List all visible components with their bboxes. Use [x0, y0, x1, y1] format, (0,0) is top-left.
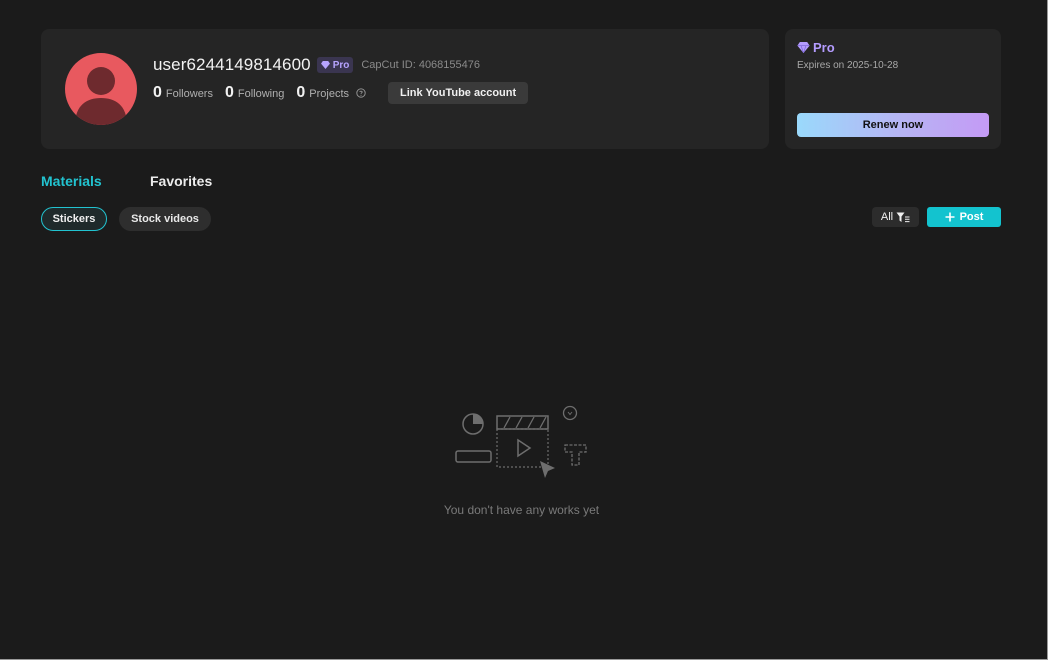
filter-icon	[896, 212, 910, 222]
stat-label: Projects	[309, 88, 350, 100]
tab-favorites[interactable]: Favorites	[150, 173, 212, 189]
stat-projects: 0 Projects	[296, 84, 366, 102]
stat-label: Following	[237, 88, 285, 100]
stat-value: 0	[296, 84, 306, 101]
pro-subscription-card: Pro Expires on 2025-10-28 Renew now	[785, 29, 1001, 149]
username-row: user6244149814600 Pro CapCut ID: 4068155…	[153, 55, 480, 75]
filter-dropdown[interactable]: All	[872, 207, 919, 227]
username: user6244149814600	[153, 55, 311, 74]
stat-label: Followers	[165, 88, 213, 100]
link-youtube-button[interactable]: Link YouTube account	[388, 82, 529, 104]
diamond-icon	[320, 61, 330, 69]
pro-badge: Pro	[316, 57, 354, 73]
filter-label: All	[880, 211, 894, 223]
stat-value: 0	[153, 84, 162, 101]
empty-works-illustration	[455, 405, 587, 478]
chip-stickers[interactable]: Stickers	[41, 207, 107, 231]
pro-title-label: Pro	[813, 40, 835, 55]
empty-state-message: You don't have any works yet	[443, 503, 600, 517]
profile-card: user6244149814600 Pro CapCut ID: 4068155…	[41, 29, 769, 149]
post-label: Post	[959, 211, 984, 223]
stat-followers[interactable]: 0 Followers	[153, 84, 213, 102]
plus-icon	[945, 212, 955, 222]
avatar-placeholder-icon	[75, 67, 127, 125]
pro-title: Pro	[797, 40, 835, 55]
post-button[interactable]: Post	[927, 207, 1001, 227]
chip-stock-videos[interactable]: Stock videos	[119, 207, 211, 231]
stats-row: 0 Followers 0 Following 0 Projects Link	[153, 82, 529, 104]
stat-following[interactable]: 0 Following	[225, 84, 284, 102]
stat-value: 0	[224, 84, 234, 101]
avatar[interactable]	[65, 53, 137, 125]
pro-badge-label: Pro	[332, 59, 350, 71]
help-circle-icon[interactable]	[356, 88, 366, 98]
capcut-id: CapCut ID: 4068155476	[361, 59, 481, 71]
tab-materials[interactable]: Materials	[41, 173, 102, 189]
profile-page: user6244149814600 Pro CapCut ID: 4068155…	[0, 0, 1048, 660]
renew-now-button[interactable]: Renew now	[797, 113, 989, 137]
pro-expiry-date: Expires on 2025-10-28	[797, 60, 899, 71]
diamond-icon	[797, 42, 810, 53]
